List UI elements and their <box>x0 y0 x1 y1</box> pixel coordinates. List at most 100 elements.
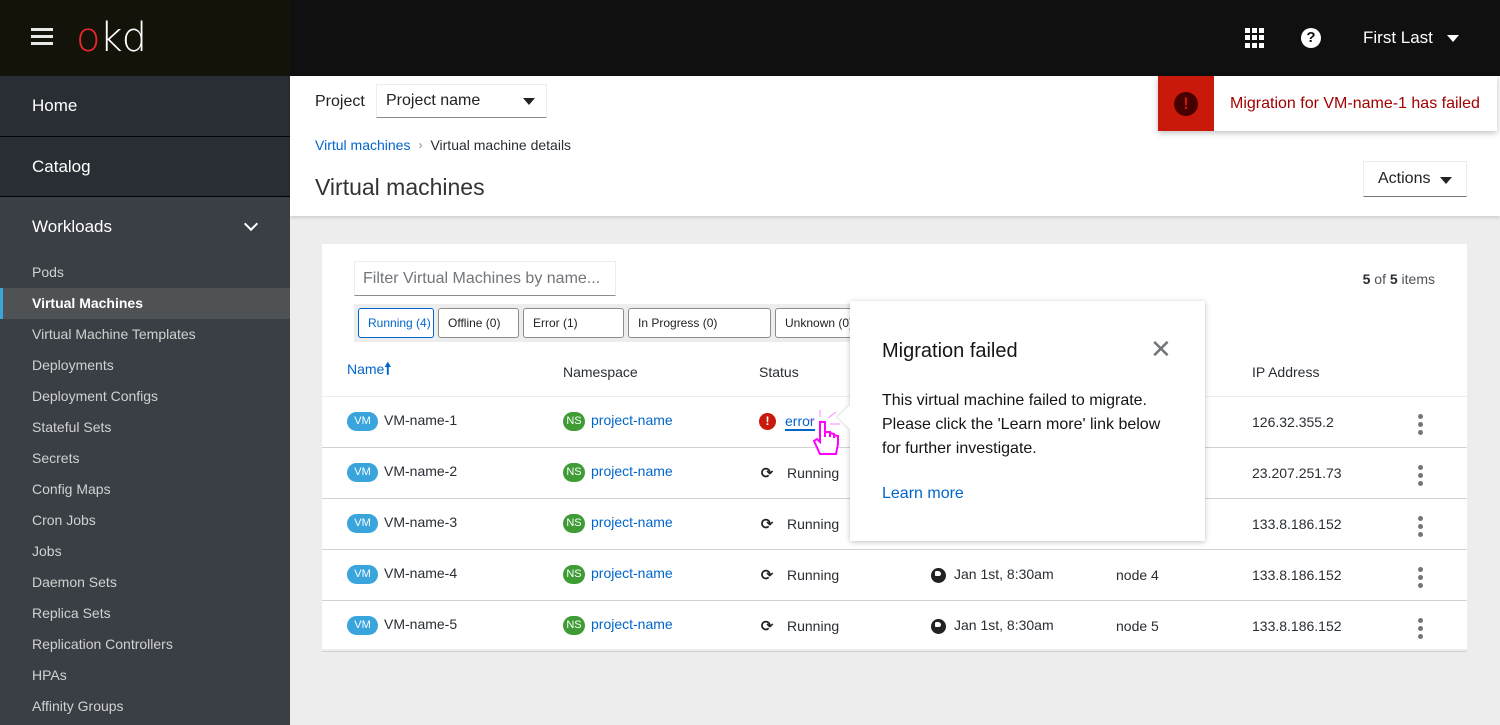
sync-icon: ⟳ <box>760 515 774 533</box>
kebab-menu-icon[interactable] <box>1412 514 1429 539</box>
toast-message: Migration for VM-name-1 has failed <box>1230 95 1480 112</box>
date-text: Jan 1st, 8:30am <box>954 617 1054 634</box>
item-count: 5 of 5 items <box>1362 271 1435 287</box>
namespace-link[interactable]: project-name <box>591 514 673 530</box>
cell-namespace: NS project-name <box>563 549 759 601</box>
status-error-link[interactable]: error <box>785 412 815 431</box>
help-icon[interactable]: ? <box>1301 28 1321 48</box>
actions-dropdown-button[interactable]: Actions <box>1363 161 1467 197</box>
sync-icon: ⟳ <box>760 617 774 635</box>
status-filter-error[interactable]: Error (1) <box>523 308 624 338</box>
sidebar-item-replication-controllers[interactable]: Replication Controllers <box>0 629 290 660</box>
kebab-menu-icon[interactable] <box>1412 565 1429 590</box>
learn-more-link[interactable]: Learn more <box>882 485 964 503</box>
ns-badge: NS <box>563 412 585 431</box>
project-label: Project <box>315 93 365 110</box>
close-icon[interactable]: ✕ <box>1150 336 1172 362</box>
column-header-ip-address[interactable]: IP Address <box>1252 348 1412 397</box>
cell-status: ⟳ Running <box>759 549 931 601</box>
status-text: Running <box>787 566 840 583</box>
cell-name: VM VM-name-4 <box>322 549 563 601</box>
sync-icon: ⟳ <box>760 566 774 584</box>
vm-badge: VM <box>347 616 378 635</box>
cell-actions <box>1412 447 1467 499</box>
status-filter-in-progress[interactable]: In Progress (0) <box>628 308 771 338</box>
cell-ip-address: 133.8.186.152 <box>1252 600 1412 652</box>
cell-status: ⟳ Running <box>759 600 931 652</box>
table-row: VM VM-name-5 NS project-name ⟳ Running Jan 1st… <box>322 600 1467 652</box>
sidebar-item-deployments[interactable]: Deployments <box>0 350 290 381</box>
project-select-value: Project name <box>386 92 481 109</box>
vm-name: VM-name-3 <box>384 514 458 531</box>
sidebar-item-pods[interactable]: Pods <box>0 257 290 288</box>
breadcrumb-separator-icon: › <box>418 138 423 152</box>
toast-icon-box: ! <box>1158 76 1214 131</box>
caret-down-icon <box>1440 177 1452 184</box>
sidebar-item-catalog[interactable]: Catalog <box>0 137 290 197</box>
vm-badge: VM <box>347 565 378 584</box>
cell-ip-address: 23.207.251.73 <box>1252 447 1412 499</box>
sidebar-item-stateful-sets[interactable]: Stateful Sets <box>0 412 290 443</box>
column-header-namespace[interactable]: Namespace <box>563 348 759 397</box>
status-filter-bar: Running (4) Offline (0) Error (1) In Pro… <box>354 304 850 342</box>
kebab-menu-icon[interactable] <box>1412 463 1429 488</box>
vm-name: VM-name-1 <box>384 412 458 429</box>
popover-title: Migration failed <box>882 340 1018 362</box>
popover-body: This virtual machine failed to migrate. … <box>882 392 1161 457</box>
sidebar-item-home[interactable]: Home <box>0 76 290 137</box>
sidebar-subnav: Pods Virtual Machines Virtual Machine Temp… <box>0 257 290 722</box>
cell-name: VM VM-name-2 <box>322 447 563 499</box>
exclamation-circle-icon: ! <box>1174 92 1198 116</box>
sidebar-item-secrets[interactable]: Secrets <box>0 443 290 474</box>
namespace-link[interactable]: project-name <box>591 463 673 479</box>
sidebar-item-hpas[interactable]: HPAs <box>0 660 290 691</box>
sidebar-item-deployment-configs[interactable]: Deployment Configs <box>0 381 290 412</box>
cell-name: VM VM-name-5 <box>322 600 563 652</box>
breadcrumb-link-virtual-machines[interactable]: Virtul machines <box>315 137 410 153</box>
vm-badge: VM <box>347 412 378 431</box>
status-text: Running <box>787 464 840 481</box>
page-title: Virtual machines <box>315 174 485 200</box>
sidebar-item-config-maps[interactable]: Config Maps <box>0 474 290 505</box>
sidebar-item-affinity-groups[interactable]: Affinity Groups <box>0 691 290 722</box>
kebab-menu-icon[interactable] <box>1412 412 1429 437</box>
caret-down-icon <box>1446 34 1459 42</box>
cell-node: node 4 <box>1116 549 1252 601</box>
vm-name: VM-name-2 <box>384 463 458 480</box>
status-filter-unknown[interactable]: Unknown (0) <box>775 308 850 338</box>
sidebar-item-virtual-machine-templates[interactable]: Virtual Machine Templates <box>0 319 290 350</box>
kebab-menu-icon[interactable] <box>1412 616 1429 641</box>
namespace-link[interactable]: project-name <box>591 616 673 632</box>
status-filter-offline[interactable]: Offline (0) <box>438 308 519 338</box>
sidebar-item-replica-sets[interactable]: Replica Sets <box>0 598 290 629</box>
cell-ip-address: 133.8.186.152 <box>1252 498 1412 550</box>
ns-badge: NS <box>563 616 585 635</box>
vm-name: VM-name-5 <box>384 616 458 633</box>
app-launcher-icon[interactable] <box>1245 28 1265 48</box>
brand-area: okd <box>0 0 290 76</box>
vm-name: VM-name-4 <box>384 565 458 582</box>
user-menu[interactable]: First Last <box>1363 28 1459 48</box>
column-header-name[interactable]: Name🠕 <box>322 348 563 397</box>
filter-input[interactable] <box>354 261 616 296</box>
sidebar-item-jobs[interactable]: Jobs <box>0 536 290 567</box>
okd-logo[interactable]: okd <box>76 16 147 60</box>
globe-icon <box>931 567 946 583</box>
sidebar-item-virtual-machines[interactable]: Virtual Machines <box>0 288 290 319</box>
column-header-actions <box>1412 348 1467 397</box>
table-row: VM VM-name-4 NS project-name ⟳ Running Jan 1st… <box>322 549 1467 601</box>
ns-badge: NS <box>563 463 585 482</box>
status-filter-running[interactable]: Running (4) <box>358 308 434 338</box>
error-toast: ! Migration for VM-name-1 has failed <box>1158 76 1497 131</box>
cell-name: VM VM-name-3 <box>322 498 563 550</box>
caret-down-icon <box>523 98 535 105</box>
namespace-link[interactable]: project-name <box>591 565 673 581</box>
sidebar-item-daemon-sets[interactable]: Daemon Sets <box>0 567 290 598</box>
project-select[interactable]: Project name <box>376 84 547 118</box>
sidebar-item-cron-jobs[interactable]: Cron Jobs <box>0 505 290 536</box>
namespace-link[interactable]: project-name <box>591 412 673 428</box>
cell-actions <box>1412 396 1467 448</box>
sidebar-section-workloads[interactable]: Workloads <box>0 197 290 257</box>
cell-node: node 5 <box>1116 600 1252 652</box>
hamburger-menu-icon[interactable] <box>31 28 53 46</box>
